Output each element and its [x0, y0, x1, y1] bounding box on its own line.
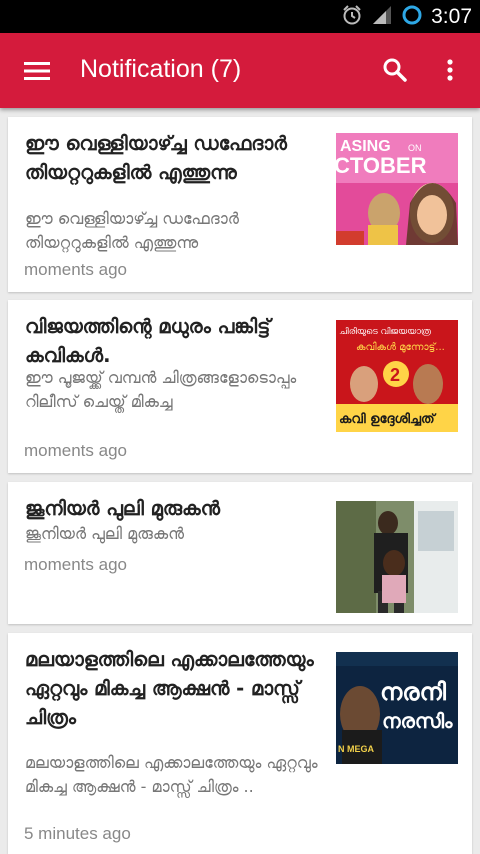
notification-card[interactable]: ഈ വെള്ളിയാഴ്ച്ച ഡഫേദാർ തിയറ്ററുകളിൽ എത്ത… [8, 117, 472, 292]
search-icon [383, 58, 407, 82]
notification-time: moments ago [24, 260, 127, 279]
notification-title: വിജയത്തിന്റെ മധുരം പങ്കിട്ട് കവികൾ. [25, 315, 271, 367]
app-bar: Notification (7) [0, 33, 480, 108]
notification-thumbnail: നരനി നരസിം N MEGA [336, 652, 458, 764]
thumb-caption: N MEGA [338, 744, 375, 754]
menu-button[interactable] [18, 53, 56, 89]
clock-time: 3:07 [431, 4, 472, 28]
notification-thumbnail: ASING ON CTOBER [336, 133, 458, 245]
thumb-headline: കവി ഉദ്ദേശിച്ചത് [339, 411, 436, 427]
notification-card[interactable]: വിജയത്തിന്റെ മധുരം പങ്കിട്ട് കവികൾ. ഈ പൂ… [8, 300, 472, 473]
sync-icon [401, 4, 423, 30]
thumb-badge: 2 [390, 365, 400, 385]
notification-card[interactable]: ജൂനിയർ പുലി മുരുകൻ ജൂനിയർ പുലി മുരുകൻ mo… [8, 482, 472, 624]
status-bar: 3:07 [0, 0, 480, 33]
notification-time: 5 minutes ago [24, 824, 131, 843]
more-vert-icon [447, 59, 453, 81]
signal-icon [371, 4, 393, 30]
notification-card[interactable]: മലയാളത്തിലെ എക്കാലത്തേയും ഏറ്റവും മികച്ച… [8, 633, 472, 854]
thumb-subheadline: നരസിം [382, 709, 453, 733]
notification-thumbnail [336, 501, 458, 613]
notification-title: ജൂനിയർ പുലി മുരുകൻ [25, 497, 221, 520]
thumb-caption: ചിരിയുടെ വിജയയാത്ര [339, 326, 431, 337]
page-title: Notification (7) [80, 55, 242, 83]
notification-time: moments ago [24, 441, 127, 460]
thumb-headline: നരനി [380, 678, 447, 706]
notification-description: ഈ പൂജയ്ക്ക് വമ്പൻ ചിത്രങ്ങളോടൊപ്പം റിലീസ… [25, 368, 297, 411]
alarm-icon [341, 4, 363, 30]
notification-time: moments ago [24, 555, 127, 574]
search-button[interactable] [378, 53, 412, 87]
notification-title: ഈ വെള്ളിയാഴ്ച്ച ഡഫേദാർ തിയറ്ററുകളിൽ എത്ത… [25, 132, 287, 184]
notification-description: ഈ വെള്ളിയാഴ്ച്ച ഡഫേദാർ തിയറ്ററുകളിൽ എത്ത… [25, 209, 239, 252]
hamburger-menu-icon [24, 62, 50, 80]
notification-thumbnail: ചിരിയുടെ വിജയയാത്ര കവികൾ മുന്നോട്ട്... 2… [336, 320, 458, 432]
notification-title: മലയാളത്തിലെ എക്കാലത്തേയും ഏറ്റവും മികച്ച… [25, 648, 314, 729]
thumb-caption-small: ON [408, 143, 422, 153]
notification-description: ജൂനിയർ പുലി മുരുകൻ [25, 524, 185, 543]
status-icons: 3:07 [341, 0, 472, 33]
more-options-button[interactable] [438, 53, 462, 87]
notification-description: മലയാളത്തിലെ എക്കാലത്തേയും ഏറ്റവും മികച്ച… [25, 753, 318, 796]
thumb-caption-mid: കവികൾ മുന്നോട്ട്... [356, 341, 445, 353]
thumb-headline: CTOBER [336, 153, 427, 178]
